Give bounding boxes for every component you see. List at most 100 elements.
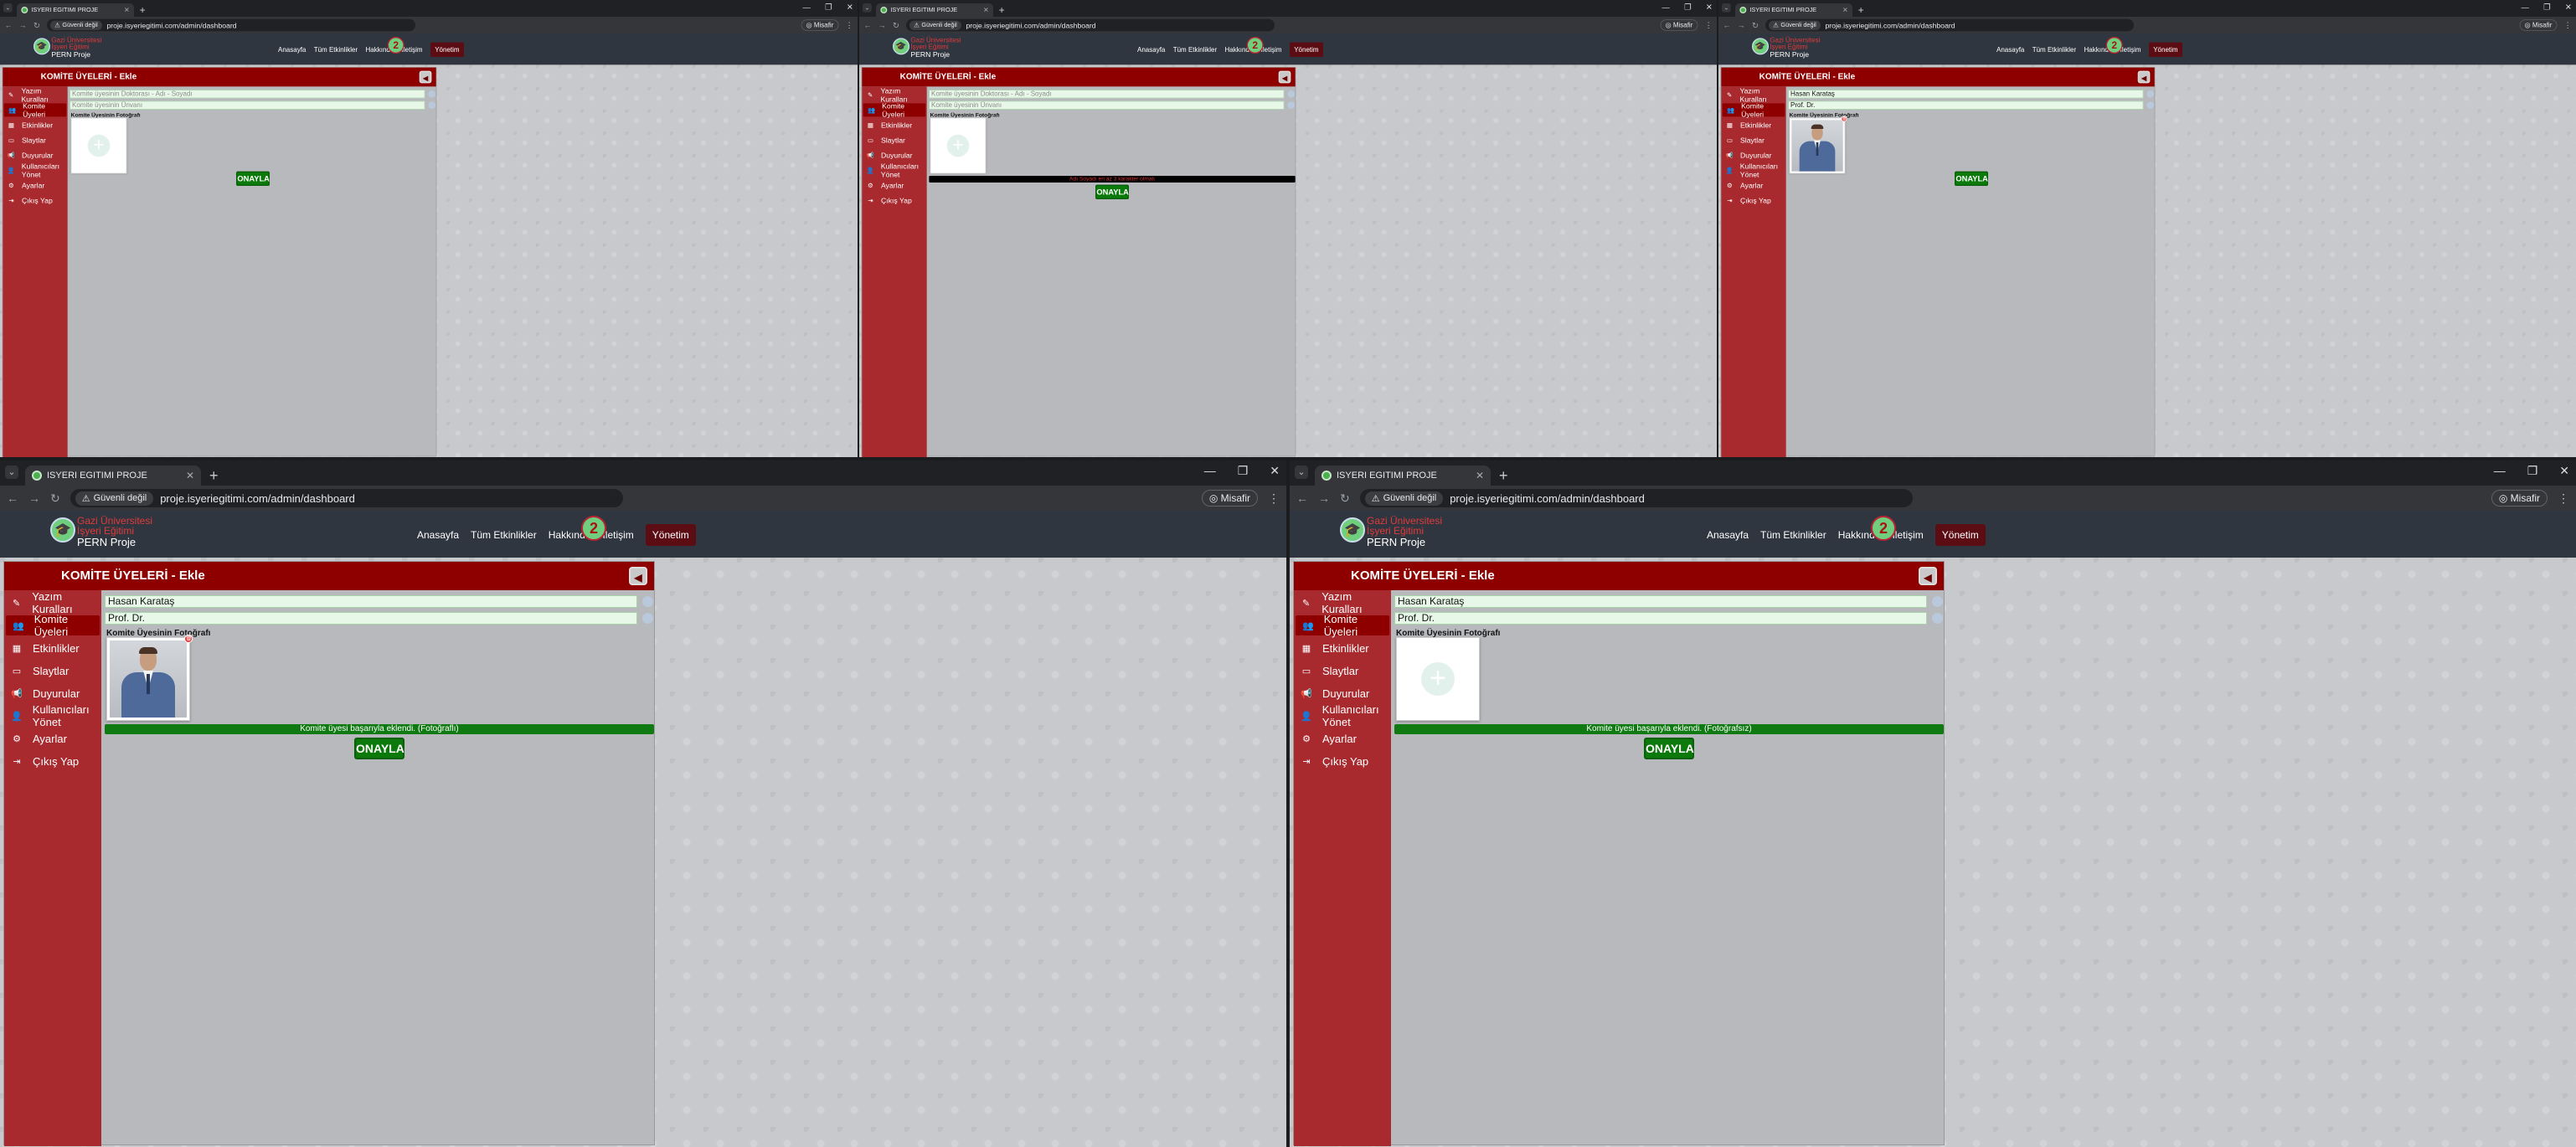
nav-iletisim[interactable]: İletişim	[402, 46, 423, 54]
security-chip[interactable]: ⚠ Güvenli değil	[1364, 491, 1444, 506]
profile-button[interactable]: ◎ Misafir	[1201, 490, 1258, 507]
new-tab-button[interactable]: +	[140, 3, 146, 17]
browser-tab[interactable]: ISYERI EGITIMI PROJE ✕	[17, 3, 135, 18]
tab-search-icon[interactable]: ⌄	[5, 465, 18, 479]
event-logo-icon[interactable]: 2	[387, 37, 404, 54]
sidebar-item-4[interactable]: 📢 Duyurular	[1721, 148, 1785, 162]
nav-yonetim[interactable]: Yönetim	[430, 42, 464, 58]
add-photo-icon[interactable]: +	[946, 134, 970, 157]
maximize-button[interactable]: ❐	[1684, 3, 1691, 12]
back-icon[interactable]: ←	[1296, 491, 1308, 505]
university-logo-icon[interactable]: 🎓	[1752, 38, 1770, 55]
close-tab-icon[interactable]: ✕	[186, 470, 194, 481]
address-bar[interactable]: ⚠ Güvenli değil proje.isyeriegitimi.com/a…	[1359, 489, 1913, 507]
collapse-panel-icon[interactable]: ◀	[1278, 70, 1291, 84]
nav-yonetim[interactable]: Yönetim	[645, 524, 696, 546]
sidebar-item-1[interactable]: 👥 Komite Üyeleri	[6, 613, 100, 638]
name-input[interactable]: Hasan Karataş	[1788, 90, 2144, 99]
forward-icon[interactable]: →	[28, 491, 40, 505]
browser-tab[interactable]: ISYERI EGITIMI PROJE ✕	[1735, 3, 1853, 18]
sidebar-item-3[interactable]: ▭ Slaytlar	[1294, 661, 1391, 681]
back-icon[interactable]: ←	[4, 21, 12, 30]
delete-photo-icon[interactable]: 🗑	[1841, 116, 1847, 122]
sidebar-item-1[interactable]: 👥 Komite Üyeleri	[1722, 101, 1785, 118]
minimize-button[interactable]: —	[803, 3, 811, 12]
profile-button[interactable]: ◎ Misafir	[801, 19, 839, 31]
title-input[interactable]: Prof. Dr.	[105, 612, 637, 625]
photo-upload-box[interactable]: +	[930, 117, 987, 174]
sidebar-item-3[interactable]: ▭ Slaytlar	[3, 133, 67, 147]
nav-tum-etkinlikler[interactable]: Tüm Etkinlikler	[314, 46, 358, 54]
university-logo-icon[interactable]: 🎓	[33, 38, 51, 55]
minimize-button[interactable]: —	[1204, 464, 1216, 478]
sidebar-item-0[interactable]: ✎ Yazım Kuralları	[1721, 86, 1785, 103]
maximize-button[interactable]: ❐	[1238, 464, 1249, 478]
tab-search-icon[interactable]: ⌄	[1722, 3, 1731, 13]
sidebar-item-2[interactable]: ▦ Etkinlikler	[3, 118, 67, 131]
sidebar-item-6[interactable]: ⚙ Ayarlar	[862, 178, 926, 192]
nav-anasayfa[interactable]: Anasayfa	[417, 529, 459, 541]
sidebar-item-4[interactable]: 📢 Duyurular	[1294, 683, 1391, 703]
site-brand[interactable]: Gazi Üniversitesi İşyeri Eğitimi PERN Pr…	[910, 37, 961, 58]
photo-upload-box[interactable]: 🗑	[1789, 116, 1847, 174]
url-text[interactable]: proje.isyeriegitimi.com/admin/dashboard	[106, 21, 236, 29]
browser-tab[interactable]: ISYERI EGITIMI PROJE ✕	[25, 465, 201, 486]
tab-search-icon[interactable]: ⌄	[863, 3, 872, 13]
sidebar-item-6[interactable]: ⚙ Ayarlar	[3, 178, 67, 192]
sidebar-item-1[interactable]: 👥 Komite Üyeleri	[863, 101, 926, 118]
address-bar[interactable]: ⚠ Güvenli değil proje.isyeriegitimi.com/a…	[70, 489, 623, 507]
sidebar-item-2[interactable]: ▦ Etkinlikler	[862, 118, 926, 131]
name-input[interactable]: Hasan Karataş	[1394, 595, 1927, 608]
security-chip[interactable]: ⚠ Güvenli değil	[1768, 20, 1821, 30]
sidebar-item-5[interactable]: 👤 Kullanıcıları Yönet	[1294, 703, 1391, 728]
onayla-button[interactable]: ONAYLA	[354, 738, 404, 759]
sidebar-item-5[interactable]: 👤 Kullanıcıları Yönet	[3, 162, 67, 178]
forward-icon[interactable]: →	[1738, 21, 1745, 30]
sidebar-item-3[interactable]: ▭ Slaytlar	[1721, 133, 1785, 147]
close-tab-icon[interactable]: ✕	[1476, 470, 1484, 481]
profile-button[interactable]: ◎ Misafir	[2519, 19, 2558, 31]
profile-button[interactable]: ◎ Misafir	[1660, 19, 1698, 31]
reload-icon[interactable]: ↻	[1340, 491, 1350, 506]
event-logo-icon[interactable]: 2	[1246, 37, 1264, 54]
close-tab-icon[interactable]: ✕	[1842, 6, 1848, 13]
browser-menu-icon[interactable]: ⋮	[2558, 491, 2569, 506]
name-input[interactable]: Komite üyesinin Doktorası - Adı - Soyadı	[929, 90, 1285, 99]
collapse-panel-icon[interactable]: ◀	[2137, 70, 2151, 84]
sidebar-item-2[interactable]: ▦ Etkinlikler	[1721, 118, 1785, 131]
maximize-button[interactable]: ❐	[2527, 464, 2538, 478]
browser-tab[interactable]: ISYERI EGITIMI PROJE ✕	[1315, 465, 1491, 486]
new-tab-button[interactable]: +	[1858, 3, 1864, 17]
maximize-button[interactable]: ❐	[2543, 3, 2550, 12]
close-tab-icon[interactable]: ✕	[124, 6, 130, 13]
sidebar-item-5[interactable]: 👤 Kullanıcıları Yönet	[1721, 162, 1785, 178]
sidebar-item-2[interactable]: ▦ Etkinlikler	[4, 638, 101, 658]
back-icon[interactable]: ←	[1723, 21, 1730, 30]
sidebar-item-6[interactable]: ⚙ Ayarlar	[1721, 178, 1785, 192]
forward-icon[interactable]: →	[19, 21, 27, 30]
name-input[interactable]: Hasan Karataş	[105, 595, 637, 608]
sidebar-item-0[interactable]: ✎ Yazım Kuralları	[862, 86, 926, 103]
sidebar-item-3[interactable]: ▭ Slaytlar	[862, 133, 926, 147]
add-photo-icon[interactable]: +	[1421, 662, 1455, 696]
site-brand[interactable]: Gazi Üniversitesi İşyeri Eğitimi PERN Pr…	[1770, 37, 1820, 58]
url-text[interactable]: proje.isyeriegitimi.com/admin/dashboard	[1450, 492, 1645, 505]
profile-button[interactable]: ◎ Misafir	[2491, 490, 2548, 507]
sidebar-item-2[interactable]: ▦ Etkinlikler	[1294, 638, 1391, 658]
new-tab-button[interactable]: +	[999, 3, 1005, 17]
sidebar-item-0[interactable]: ✎ Yazım Kuralları	[3, 86, 67, 103]
delete-photo-icon[interactable]: 🗑	[184, 635, 193, 643]
nav-anasayfa[interactable]: Anasayfa	[1996, 46, 2024, 54]
minimize-button[interactable]: —	[2522, 3, 2529, 12]
address-bar[interactable]: ⚠ Güvenli değil proje.isyeriegitimi.com/a…	[1765, 18, 2134, 32]
back-icon[interactable]: ←	[863, 21, 871, 30]
url-text[interactable]: proje.isyeriegitimi.com/admin/dashboard	[966, 21, 1095, 29]
nav-iletisim[interactable]: İletişim	[1892, 529, 1923, 541]
reload-icon[interactable]: ↻	[50, 491, 60, 506]
address-bar[interactable]: ⚠ Güvenli değil proje.isyeriegitimi.com/a…	[46, 18, 415, 32]
sidebar-item-4[interactable]: 📢 Duyurular	[4, 683, 101, 703]
sidebar-item-7[interactable]: ⇥ Çıkış Yap	[1294, 751, 1391, 771]
collapse-panel-icon[interactable]: ◀	[1919, 567, 1937, 585]
tab-search-icon[interactable]: ⌄	[3, 3, 13, 13]
browser-tab[interactable]: ISYERI EGITIMI PROJE ✕	[876, 3, 994, 18]
